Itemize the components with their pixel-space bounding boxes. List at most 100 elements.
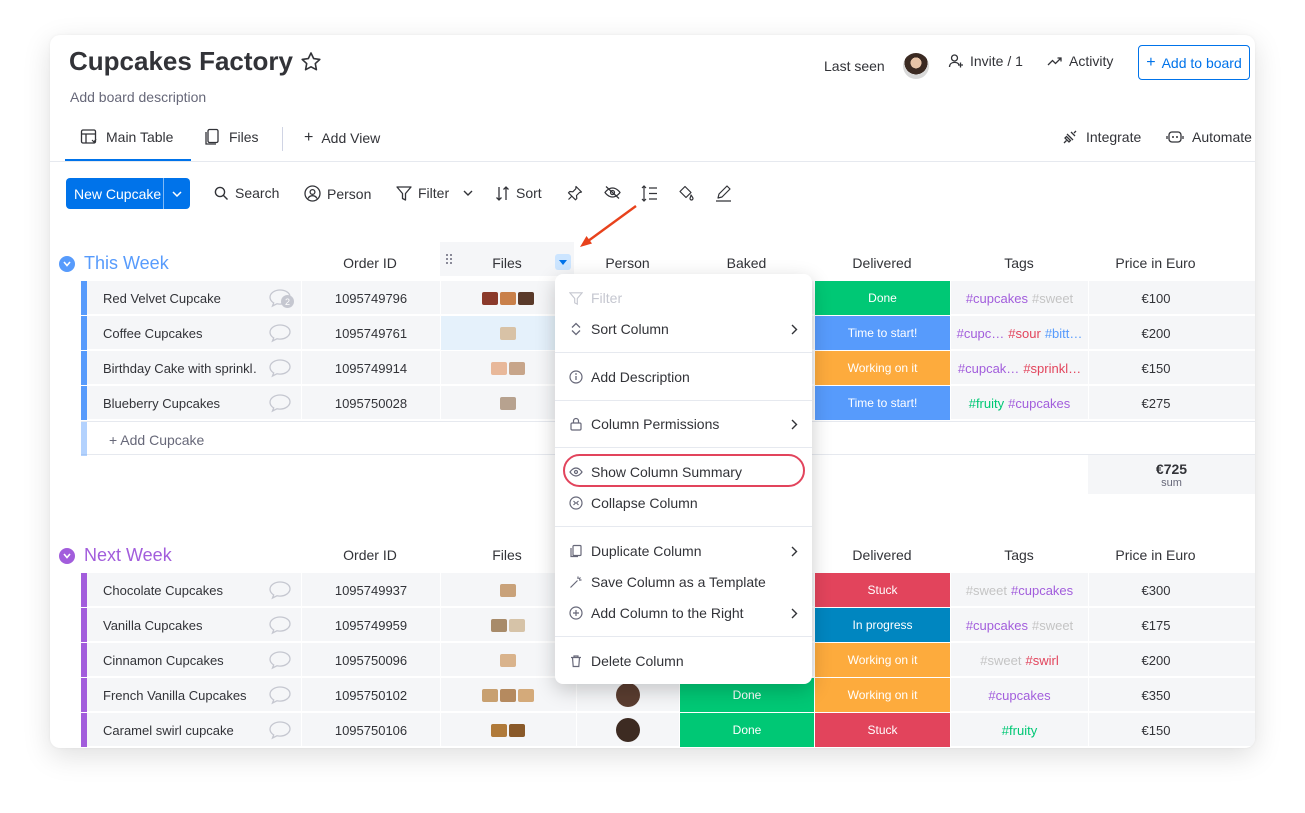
last-seen[interactable]: Last seen xyxy=(824,53,929,79)
files-cell[interactable] xyxy=(440,678,575,712)
column-header-price[interactable]: Price in Euro xyxy=(1088,547,1223,563)
comment-icon[interactable] xyxy=(259,608,301,642)
item-name[interactable]: Chocolate Cupcakes xyxy=(87,573,257,607)
file-thumbnail[interactable] xyxy=(500,583,516,597)
column-header-tags[interactable]: Tags xyxy=(950,255,1088,271)
table-row[interactable]: Caramel swirl cupcake 1095750106 Done Stuck… xyxy=(81,713,1255,747)
tags-cell[interactable]: #cupcakes #sweet xyxy=(950,281,1088,315)
tags-cell[interactable]: #cupcak… #sprinkl… xyxy=(950,351,1088,385)
delivered-status[interactable]: Done xyxy=(814,281,950,315)
filter-button[interactable]: Filter xyxy=(396,185,473,201)
tag[interactable]: #sweet xyxy=(1032,618,1073,633)
tag[interactable]: #sour xyxy=(1008,326,1041,341)
tags-cell[interactable]: #sweet #swirl xyxy=(950,643,1088,677)
file-thumbnail[interactable] xyxy=(518,291,534,305)
delivered-status[interactable]: Stuck xyxy=(814,713,950,747)
file-thumbnail[interactable] xyxy=(509,723,525,737)
column-header-files[interactable]: Files xyxy=(440,547,574,563)
comment-icon[interactable] xyxy=(259,316,301,350)
tag[interactable]: #fruity xyxy=(1002,723,1037,738)
tags-cell[interactable]: #sweet #cupcakes xyxy=(950,573,1088,607)
file-thumbnail[interactable] xyxy=(482,291,498,305)
collapse-group-icon[interactable] xyxy=(59,255,75,272)
group-this-week-header[interactable]: This Week xyxy=(59,253,169,274)
comment-icon[interactable]: 2 xyxy=(259,281,301,315)
paint-bucket-icon[interactable] xyxy=(678,185,695,202)
column-header-files[interactable]: Files xyxy=(440,255,574,271)
sort-button[interactable]: Sort xyxy=(495,185,542,201)
menu-save-template[interactable]: Save Column as a Template xyxy=(569,574,766,590)
tag[interactable]: #cupcakes xyxy=(1011,583,1073,598)
item-name[interactable]: French Vanilla Cupcakes xyxy=(87,678,257,712)
delivered-status[interactable]: Working on it xyxy=(814,351,950,385)
file-thumbnail[interactable] xyxy=(500,688,516,702)
file-thumbnail[interactable] xyxy=(500,653,516,667)
tag[interactable]: #fruity xyxy=(969,396,1004,411)
column-header-delivered[interactable]: Delivered xyxy=(814,547,950,563)
comment-icon[interactable] xyxy=(259,386,301,420)
item-name[interactable]: Coffee Cupcakes xyxy=(87,316,257,350)
column-header-order-id[interactable]: Order ID xyxy=(301,547,439,563)
add-view-button[interactable]: + Add View xyxy=(304,129,380,147)
add-to-board-button[interactable]: + Add to board xyxy=(1138,45,1250,80)
column-header-baked[interactable]: Baked xyxy=(679,255,814,271)
delivered-status[interactable]: Time to start! xyxy=(814,386,950,420)
file-thumbnail[interactable] xyxy=(509,361,525,375)
column-header-price[interactable]: Price in Euro xyxy=(1088,255,1223,271)
group-title[interactable]: This Week xyxy=(84,253,169,274)
file-thumbnail[interactable] xyxy=(482,688,498,702)
column-header-person[interactable]: Person xyxy=(576,255,679,271)
automate-button[interactable]: Automate xyxy=(1166,129,1252,145)
comment-icon[interactable] xyxy=(259,573,301,607)
tag[interactable]: #sprinkl… xyxy=(1023,361,1081,376)
menu-show-column-summary[interactable]: Show Column Summary xyxy=(569,464,742,480)
menu-collapse-column[interactable]: Collapse Column xyxy=(569,495,698,511)
integrate-button[interactable]: Integrate xyxy=(1062,129,1141,145)
item-name[interactable]: Blueberry Cupcakes xyxy=(87,386,257,420)
menu-sort-column[interactable]: Sort Column xyxy=(569,321,798,337)
collapse-group-icon[interactable] xyxy=(59,547,75,564)
comment-icon[interactable] xyxy=(259,643,301,677)
tags-cell[interactable]: #fruity #cupcakes xyxy=(950,386,1088,420)
tag[interactable]: #swirl xyxy=(1025,653,1058,668)
row-height-icon[interactable] xyxy=(640,185,658,202)
column-header-order-id[interactable]: Order ID xyxy=(301,255,439,271)
column-header-delivered[interactable]: Delivered xyxy=(814,255,950,271)
tab-files[interactable]: Files xyxy=(205,128,259,146)
tags-cell[interactable]: #cupcakes #sweet xyxy=(950,608,1088,642)
add-item-label[interactable]: + Add Cupcake xyxy=(109,432,204,448)
menu-add-column-right[interactable]: Add Column to the Right xyxy=(569,605,798,621)
menu-column-permissions[interactable]: Column Permissions xyxy=(569,416,798,432)
file-thumbnail[interactable] xyxy=(518,688,534,702)
menu-delete-column[interactable]: Delete Column xyxy=(569,653,684,669)
baked-status[interactable]: Done xyxy=(679,713,814,747)
tag[interactable]: #cupcakes xyxy=(1008,396,1070,411)
eye-off-icon[interactable] xyxy=(604,185,621,200)
invite-button[interactable]: Invite / 1 xyxy=(948,53,1023,69)
tag[interactable]: #cupcak… xyxy=(958,361,1019,376)
comment-icon[interactable] xyxy=(259,351,301,385)
chevron-down-icon[interactable] xyxy=(463,190,473,196)
menu-add-description[interactable]: Add Description xyxy=(569,369,690,385)
board-title[interactable]: Cupcakes Factory xyxy=(69,46,293,77)
group-title[interactable]: Next Week xyxy=(84,545,172,566)
tag[interactable]: #sweet xyxy=(1032,291,1073,306)
item-name[interactable]: Birthday Cake with sprinkl… xyxy=(87,351,257,385)
file-thumbnail[interactable] xyxy=(491,618,507,632)
board-description[interactable]: Add board description xyxy=(70,89,206,105)
chevron-down-icon[interactable] xyxy=(163,178,190,209)
item-name[interactable]: Red Velvet Cupcake xyxy=(87,281,257,315)
tag[interactable]: #cupcakes xyxy=(966,291,1028,306)
tag[interactable]: #cupcakes xyxy=(966,618,1028,633)
item-name[interactable]: Vanilla Cupcakes xyxy=(87,608,257,642)
delivered-status[interactable]: Working on it xyxy=(814,643,950,677)
tags-cell[interactable]: #cupc… #sour #bitt… xyxy=(950,316,1088,350)
delivered-status[interactable]: In progress xyxy=(814,608,950,642)
pin-icon[interactable] xyxy=(567,185,583,201)
search-button[interactable]: Search xyxy=(214,185,279,201)
tab-main-table[interactable]: Main Table xyxy=(80,128,173,146)
group-next-week-header[interactable]: Next Week xyxy=(59,545,172,566)
delivered-status[interactable]: Time to start! xyxy=(814,316,950,350)
tags-cell[interactable]: #cupcakes xyxy=(950,678,1088,712)
comment-icon[interactable] xyxy=(259,713,301,747)
